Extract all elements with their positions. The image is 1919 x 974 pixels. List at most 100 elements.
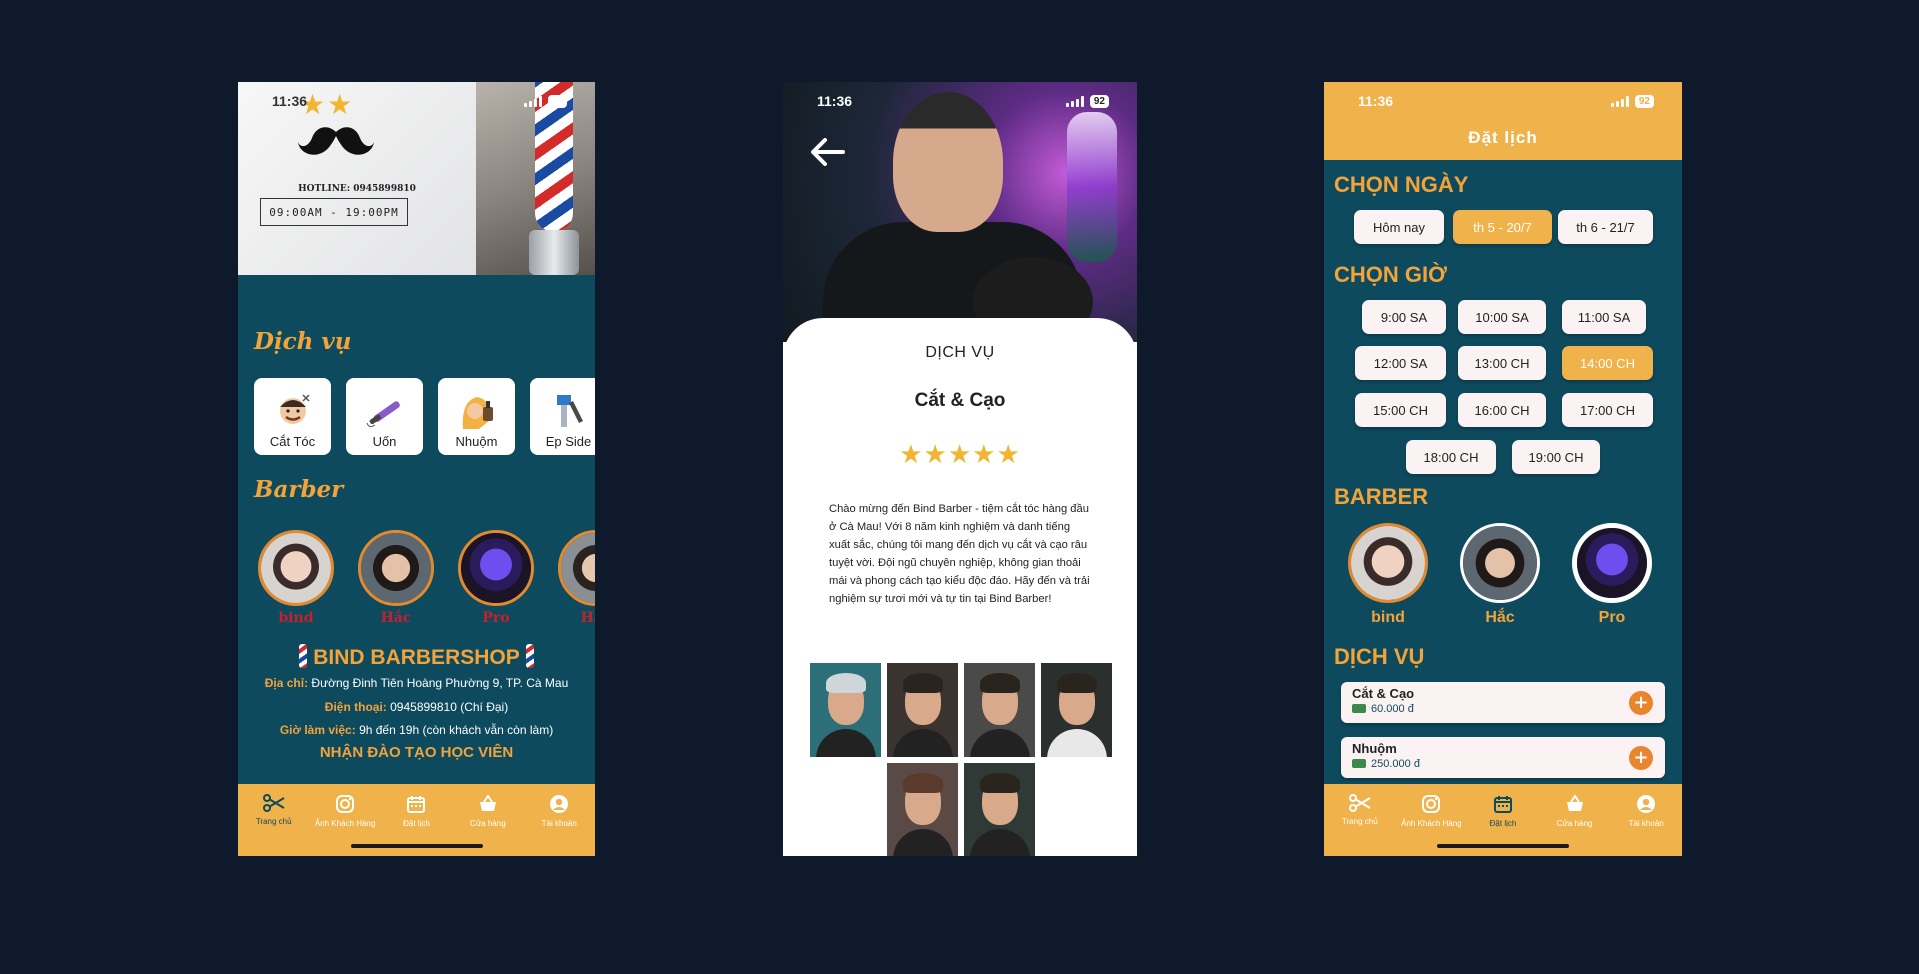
user-icon xyxy=(550,795,569,813)
hotline-text: HOTLINE: 0945899810 xyxy=(298,184,416,194)
mustache-logo-icon xyxy=(298,127,374,155)
scissors-icon xyxy=(1348,794,1371,812)
scissors-icon xyxy=(262,794,285,812)
signal-icon xyxy=(1065,95,1084,107)
status-time: 11:36 xyxy=(1358,93,1394,109)
barber-hac-2[interactable]: Hắc xyxy=(558,530,595,626)
page-title: Đặt lịch xyxy=(1468,128,1538,147)
calendar-icon xyxy=(407,796,426,813)
tab-label: Cửa hàng xyxy=(1556,819,1593,828)
tab-account[interactable]: Tài khoản xyxy=(1611,794,1681,856)
service-item[interactable]: Nhuộm 250.000 đ + xyxy=(1341,737,1665,778)
service-card-ep-side[interactable]: Ep Side xyxy=(530,378,595,455)
date-option[interactable]: th 6 - 21/7 xyxy=(1558,210,1653,244)
tab-label: Ảnh Khách Hàng xyxy=(1401,819,1462,828)
customer-gallery xyxy=(810,663,1112,856)
time-slot[interactable]: 13:00 CH xyxy=(1458,346,1546,380)
home-screen: ★★ HOTLINE: 0945899810 09:00AM - 19:00PM… xyxy=(238,82,595,856)
cash-icon xyxy=(1352,759,1366,768)
battery-icon: 92 xyxy=(1634,94,1654,108)
barbers-row: bind Hắc Pro Hắc xyxy=(258,530,595,626)
add-service-button[interactable]: + xyxy=(1629,691,1653,715)
gallery-photo[interactable] xyxy=(810,663,881,757)
calendar-icon xyxy=(1493,796,1512,813)
service-card-curl[interactable]: Uốn xyxy=(346,378,423,455)
gallery-photo[interactable] xyxy=(887,663,958,757)
service-title: DỊCH VỤ xyxy=(1334,644,1425,669)
time-slot[interactable]: 18:00 CH xyxy=(1406,440,1496,474)
battery-icon: 92 xyxy=(1089,94,1109,108)
tab-account[interactable]: Tài khoản xyxy=(524,794,594,856)
time-slot[interactable]: 10:00 SA xyxy=(1458,300,1546,334)
barber-name: Hắc xyxy=(580,610,595,626)
service-name: Cắt & Cạo xyxy=(1352,686,1415,701)
add-service-button[interactable]: + xyxy=(1629,746,1653,770)
gallery-photo[interactable] xyxy=(887,763,958,856)
battery-level: 92 xyxy=(1093,95,1105,107)
tab-label: Trang chủ xyxy=(255,817,292,826)
barber-name: Pro xyxy=(1598,609,1626,626)
service-detail-screen: 11:36 92 DỊCH VỤ Cắt & Cạo ★★★★★ Chào mừ… xyxy=(783,82,1137,856)
tab-home[interactable]: Trang chủ xyxy=(239,794,309,856)
barber-hac[interactable]: Hắc xyxy=(1460,523,1540,627)
service-card-dye[interactable]: Nhuộm xyxy=(438,378,515,455)
avatar xyxy=(358,530,434,606)
service-label: Nhuộm xyxy=(455,434,498,449)
hours-line: Giờ làm việc: 9h đến 19h (còn khách vẫn … xyxy=(279,723,554,737)
barber-name: Pro xyxy=(482,610,510,626)
time-slot[interactable]: 12:00 SA xyxy=(1355,346,1446,380)
phone-line[interactable]: Điện thoại: 0945899810 (Chí Đại) xyxy=(238,700,595,714)
barber-bind[interactable]: bind xyxy=(1348,523,1428,627)
shop-name: BIND BARBERSHOP xyxy=(238,644,595,670)
curling-iron-icon xyxy=(366,401,400,428)
gallery-photo[interactable] xyxy=(964,763,1035,856)
tab-home[interactable]: Trang chủ xyxy=(1325,794,1395,856)
service-title: Cắt & Cạo xyxy=(914,390,1006,411)
barber-title: BARBER xyxy=(1334,484,1429,509)
gallery-photo[interactable] xyxy=(964,663,1035,757)
rating-stars-icon: ★★★★★ xyxy=(899,440,1021,470)
cash-icon xyxy=(1352,704,1366,713)
time-slot[interactable]: 17:00 CH xyxy=(1562,393,1653,427)
service-item[interactable]: Cắt & Cạo 60.000 đ + xyxy=(1341,682,1665,723)
tab-label: Đặt lịch xyxy=(403,819,430,828)
service-card-haircut[interactable]: Cắt Tóc xyxy=(254,378,331,455)
battery-level: 92 xyxy=(551,95,563,107)
status-time: 11:36 xyxy=(272,93,308,109)
time-slot[interactable]: 11:00 SA xyxy=(1562,300,1646,334)
avatar xyxy=(1460,523,1540,603)
time-slot[interactable]: 16:00 CH xyxy=(1458,393,1546,427)
avatar xyxy=(458,530,534,606)
time-slot[interactable]: 19:00 CH xyxy=(1512,440,1600,474)
battery-level: 92 xyxy=(1638,95,1650,107)
date-option-selected[interactable]: th 5 - 20/7 xyxy=(1453,210,1552,244)
time-slot-selected[interactable]: 14:00 CH xyxy=(1562,346,1653,380)
barbers-title: Barber xyxy=(254,476,344,503)
barber-pole-icon xyxy=(299,644,308,668)
barber-hero-photo xyxy=(783,82,1137,342)
tab-label: Đặt lịch xyxy=(1489,819,1517,828)
gallery-photo[interactable] xyxy=(1041,663,1112,757)
service-name: Nhuộm xyxy=(1352,741,1397,756)
services-title: Dịch vụ xyxy=(254,328,352,355)
basket-icon xyxy=(1566,794,1583,811)
barber-hac[interactable]: Hắc xyxy=(358,530,434,626)
avatar xyxy=(1348,523,1428,603)
choose-date-title: CHỌN NGÀY xyxy=(1334,172,1469,197)
time-slot[interactable]: 15:00 CH xyxy=(1355,393,1446,427)
barber-pro[interactable]: Pro xyxy=(458,530,534,626)
tab-label: Tài khoản xyxy=(541,819,577,828)
signal-icon xyxy=(523,95,542,107)
date-option[interactable]: Hôm nay xyxy=(1354,210,1444,244)
status-bar: 11:36 92 xyxy=(238,82,595,120)
service-price: 60.000 đ xyxy=(1352,703,1414,715)
instagram-icon xyxy=(336,795,355,813)
barber-pole-icon xyxy=(525,644,534,668)
avatar xyxy=(558,530,595,606)
barber-name: bind xyxy=(1371,609,1405,626)
barber-bind[interactable]: bind xyxy=(258,530,334,626)
barber-pro[interactable]: Pro xyxy=(1572,523,1652,627)
back-arrow-icon[interactable] xyxy=(811,138,845,168)
signal-icon xyxy=(1610,95,1629,107)
time-slot[interactable]: 9:00 SA xyxy=(1362,300,1446,334)
